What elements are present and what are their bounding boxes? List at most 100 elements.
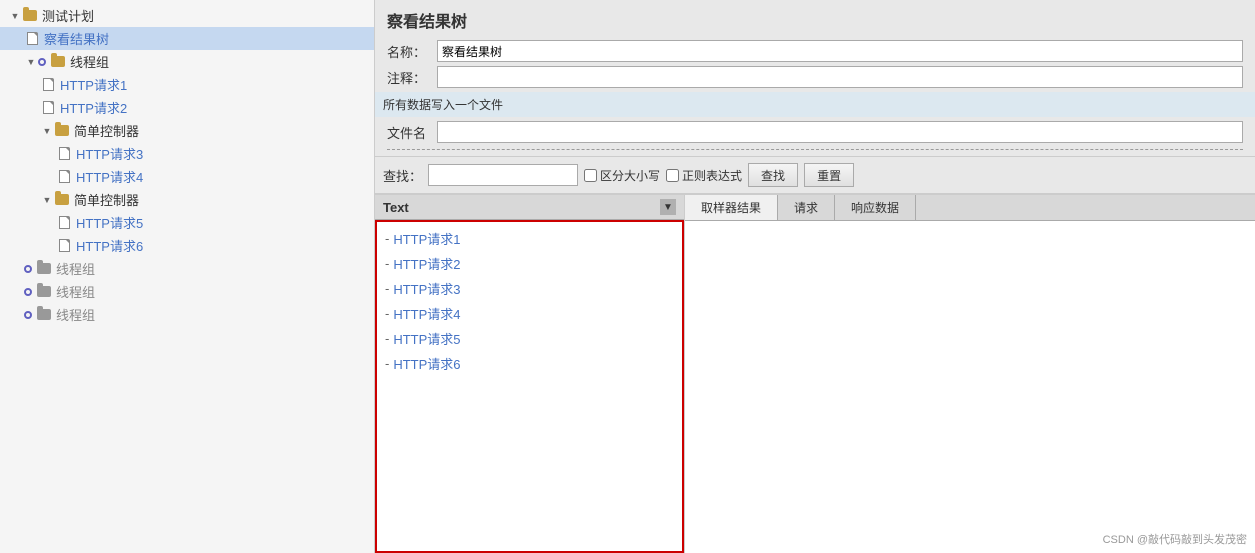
tree-node-thread1-label: 线程组 — [70, 52, 109, 71]
folder-icon-ctrl2 — [54, 192, 70, 208]
filename-row: 文件名 — [387, 121, 1243, 143]
right-tabs-panel: 取样器结果 请求 响应数据 — [685, 195, 1255, 553]
filename-label: 文件名 — [387, 123, 437, 142]
tree-node-http4[interactable]: HTTP请求4 — [0, 165, 374, 188]
watermark-text: CSDN @敲代码敲到头发茂密 — [1103, 534, 1247, 546]
doc-icon-http4 — [56, 169, 72, 185]
tree-label-ctrl2: 简单控制器 — [74, 190, 139, 209]
search-button[interactable]: 查找 — [748, 163, 798, 187]
dash: - — [385, 331, 389, 346]
tree-label-http5: HTTP请求5 — [76, 213, 143, 232]
tree-node-root-label: 测试计划 — [42, 6, 94, 25]
tree-label-http1: HTTP请求1 — [60, 75, 127, 94]
tree-label-thread2: 线程组 — [56, 259, 95, 278]
right-panel: 察看结果树 名称： 注释： 所有数据写入一个文件 文件名 查找： — [375, 0, 1255, 553]
text-column-header: Text ▼ — [375, 195, 684, 220]
bottom-content: Text ▼ - HTTP请求1 - HTTP请求2 - HTTP请求3 — [375, 194, 1255, 553]
tree-node-thread-group-1[interactable]: ▼ 线程组 — [0, 50, 374, 73]
tree-label-http6: HTTP请求6 — [76, 236, 143, 255]
doc-icon-http1 — [40, 77, 56, 93]
tabs-header: 取样器结果 请求 响应数据 — [685, 195, 1255, 221]
connector-dot-3 — [24, 288, 32, 296]
doc-icon-http2 — [40, 100, 56, 116]
tab-request[interactable]: 请求 — [778, 195, 835, 220]
doc-icon-http5 — [56, 215, 72, 231]
search-label: 查找： — [383, 166, 422, 185]
folder-icon-ctrl1 — [54, 123, 70, 139]
list-item[interactable]: - HTTP请求2 — [377, 251, 682, 276]
case-sensitive-checkbox-label[interactable]: 区分大小写 — [584, 167, 660, 184]
divider — [387, 149, 1243, 150]
tree-label-thread4: 线程组 — [56, 305, 95, 324]
tree-node-http5[interactable]: HTTP请求5 — [0, 211, 374, 234]
list-item[interactable]: - HTTP请求4 — [377, 301, 682, 326]
regex-checkbox-label[interactable]: 正则表达式 — [666, 167, 742, 184]
text-column-title: Text — [383, 200, 409, 215]
tab-label-request: 请求 — [794, 201, 818, 215]
page-title: 察看结果树 — [387, 8, 1243, 32]
search-input[interactable] — [428, 164, 578, 186]
list-item[interactable]: - HTTP请求6 — [377, 351, 682, 376]
case-sensitive-checkbox[interactable] — [584, 169, 597, 182]
list-item[interactable]: - HTTP请求3 — [377, 276, 682, 301]
tree-node-thread-group-2[interactable]: 线程组 — [0, 257, 374, 280]
tree-label-http3: HTTP请求3 — [76, 144, 143, 163]
connector-dot-4 — [24, 311, 32, 319]
dropdown-arrow[interactable]: ▼ — [660, 199, 676, 215]
folder-icon-thread4 — [36, 307, 52, 323]
tree-node-root[interactable]: ▼ 测试计划 — [0, 4, 374, 27]
filename-input[interactable] — [437, 121, 1243, 143]
tree-label-http2: HTTP请求2 — [60, 98, 127, 117]
doc-icon-http3 — [56, 146, 72, 162]
tree-node-thread-group-4[interactable]: 线程组 — [0, 303, 374, 326]
doc-icon — [24, 31, 40, 47]
expand-icon-thread1[interactable]: ▼ — [24, 55, 38, 69]
dash: - — [385, 281, 389, 296]
tree-node-controller2[interactable]: ▼ 简单控制器 — [0, 188, 374, 211]
tree-node-http3[interactable]: HTTP请求3 — [0, 142, 374, 165]
list-item-label: HTTP请求4 — [393, 304, 460, 323]
list-item[interactable]: - HTTP请求1 — [377, 226, 682, 251]
dash: - — [385, 231, 389, 246]
list-item-label: HTTP请求1 — [393, 229, 460, 248]
tree-node-label: 察看结果树 — [44, 29, 109, 48]
list-item-label: HTTP请求5 — [393, 329, 460, 348]
expand-icon-ctrl2[interactable]: ▼ — [40, 193, 54, 207]
list-item[interactable]: - HTTP请求5 — [377, 326, 682, 351]
tree-node-http2[interactable]: HTTP请求2 — [0, 96, 374, 119]
folder-icon-thread1 — [50, 54, 66, 70]
tree-node-view-result[interactable]: 察看结果树 — [0, 27, 374, 50]
dash: - — [385, 306, 389, 321]
connector-dot-2 — [24, 265, 32, 273]
tab-sampler-result[interactable]: 取样器结果 — [685, 195, 778, 220]
dash: - — [385, 256, 389, 271]
tree-label-http4: HTTP请求4 — [76, 167, 143, 186]
tree-node-thread-group-3[interactable]: 线程组 — [0, 280, 374, 303]
tree-label-thread3: 线程组 — [56, 282, 95, 301]
tab-label-response: 响应数据 — [851, 201, 899, 215]
write-all-label: 所有数据写入一个文件 — [383, 98, 503, 112]
tree-node-controller1[interactable]: ▼ 简单控制器 — [0, 119, 374, 142]
tree-node-http6[interactable]: HTTP请求6 — [0, 234, 374, 257]
case-sensitive-label: 区分大小写 — [600, 167, 660, 184]
comment-label: 注释： — [387, 68, 437, 87]
watermark: CSDN @敲代码敲到头发茂密 — [1103, 531, 1247, 547]
folder-icon-thread3 — [36, 284, 52, 300]
reset-button[interactable]: 重置 — [804, 163, 854, 187]
text-column: Text ▼ - HTTP请求1 - HTTP请求2 - HTTP请求3 — [375, 195, 685, 553]
expand-icon[interactable]: ▼ — [8, 9, 22, 23]
tab-label-sampler: 取样器结果 — [701, 201, 761, 215]
list-item-label: HTTP请求2 — [393, 254, 460, 273]
comment-input[interactable] — [437, 66, 1243, 88]
tree-node-http1[interactable]: HTTP请求1 — [0, 73, 374, 96]
tree-label-ctrl1: 简单控制器 — [74, 121, 139, 140]
comment-row: 注释： — [387, 66, 1243, 88]
text-list: - HTTP请求1 - HTTP请求2 - HTTP请求3 - HTTP请求4 — [375, 220, 684, 553]
name-input[interactable] — [437, 40, 1243, 62]
regex-label: 正则表达式 — [682, 167, 742, 184]
tab-response-data[interactable]: 响应数据 — [835, 195, 916, 220]
regex-checkbox[interactable] — [666, 169, 679, 182]
dash: - — [385, 356, 389, 371]
expand-icon-ctrl1[interactable]: ▼ — [40, 124, 54, 138]
search-bar: 查找： 区分大小写 正则表达式 查找 重置 — [375, 157, 1255, 194]
